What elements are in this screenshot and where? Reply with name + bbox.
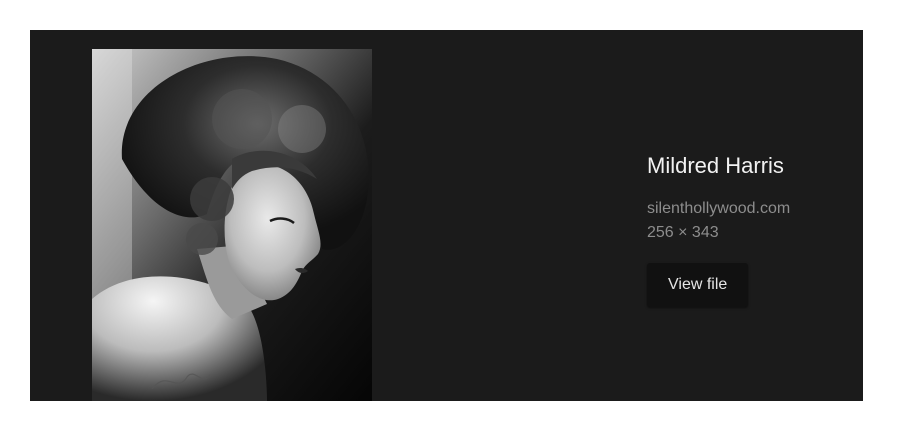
image-dimensions: 256 × 343 <box>647 224 719 241</box>
portrait-photo[interactable] <box>92 49 372 401</box>
image-source[interactable]: silenthollywood.com <box>647 197 857 221</box>
image-preview-panel: Mildred Harris silenthollywood.com 256 ×… <box>30 30 863 401</box>
image-info: Mildred Harris silenthollywood.com 256 ×… <box>647 152 857 307</box>
view-file-button[interactable]: View file <box>647 263 749 307</box>
portrait-photo-graphic <box>92 49 372 401</box>
image-title: Mildred Harris <box>647 153 784 178</box>
